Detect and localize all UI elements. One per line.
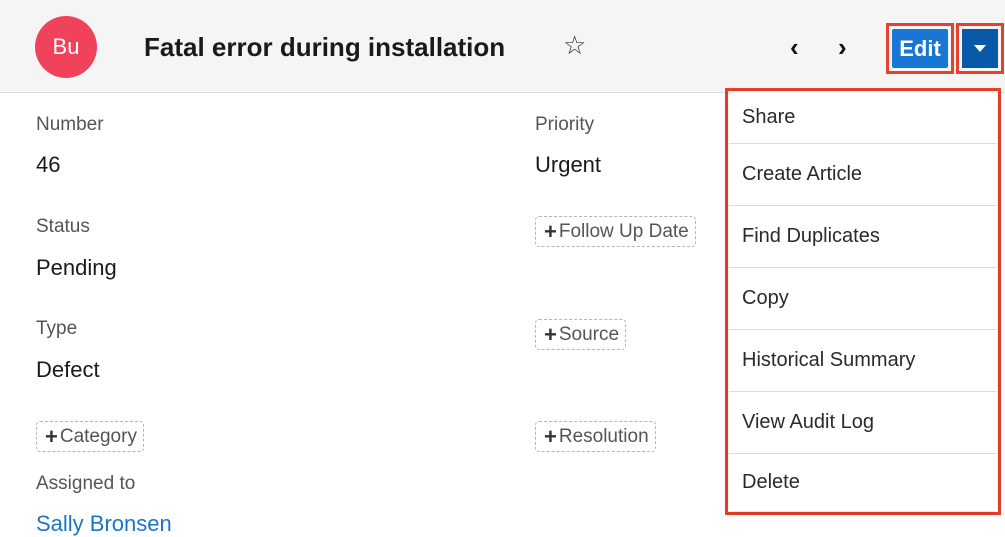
add-category-label: Category — [59, 425, 137, 447]
number-label: Number — [36, 114, 104, 135]
add-resolution-button[interactable]: + Resolution — [535, 421, 656, 452]
page-title: Fatal error during installation — [144, 32, 506, 62]
menu-item-delete[interactable]: Delete — [729, 454, 997, 511]
status-value: Pending — [36, 255, 117, 280]
menu-item-find-duplicates[interactable]: Find Duplicates — [729, 206, 997, 268]
assigned-user-link[interactable]: Sally Bronsen — [36, 511, 172, 537]
priority-value: Urgent — [535, 152, 602, 177]
type-value: Defect — [36, 357, 100, 382]
number-value: 46 — [36, 152, 61, 177]
chevron-right-icon[interactable]: › — [838, 34, 847, 60]
favorite-star-icon[interactable]: ☆ — [563, 30, 586, 60]
menu-item-copy[interactable]: Copy — [729, 268, 997, 330]
add-follow-up-date-label: Follow Up Date — [558, 220, 689, 242]
plus-icon: + — [544, 218, 557, 244]
caret-down-icon — [974, 45, 986, 52]
add-source-label: Source — [558, 323, 620, 345]
add-source-button[interactable]: + Source — [535, 319, 627, 350]
assigned-to-label: Assigned to — [36, 473, 136, 494]
actions-dropdown-toggle[interactable] — [962, 29, 998, 68]
edit-button[interactable]: Edit — [892, 29, 948, 68]
menu-item-share[interactable]: Share — [729, 92, 997, 144]
add-follow-up-date-button[interactable]: + Follow Up Date — [535, 216, 696, 247]
add-category-button[interactable]: + Category — [36, 421, 144, 452]
menu-item-view-audit-log[interactable]: View Audit Log — [729, 392, 997, 454]
menu-item-historical-summary[interactable]: Historical Summary — [729, 330, 997, 392]
priority-label: Priority — [535, 114, 595, 135]
record-avatar: Bu — [35, 16, 97, 78]
actions-dropdown-highlight — [956, 23, 1004, 74]
plus-icon: + — [544, 321, 557, 347]
plus-icon: + — [45, 423, 58, 449]
menu-item-create-article[interactable]: Create Article — [729, 144, 997, 206]
add-resolution-label: Resolution — [558, 425, 649, 447]
chevron-left-icon[interactable]: ‹ — [790, 34, 799, 60]
record-header: Bu Fatal error during installation ☆ ‹ ›… — [0, 0, 1005, 93]
plus-icon: + — [544, 423, 557, 449]
status-label: Status — [36, 216, 90, 237]
actions-menu: Share Create Article Find Duplicates Cop… — [729, 92, 997, 511]
type-label: Type — [36, 318, 78, 339]
edit-button-highlight: Edit — [886, 23, 954, 74]
